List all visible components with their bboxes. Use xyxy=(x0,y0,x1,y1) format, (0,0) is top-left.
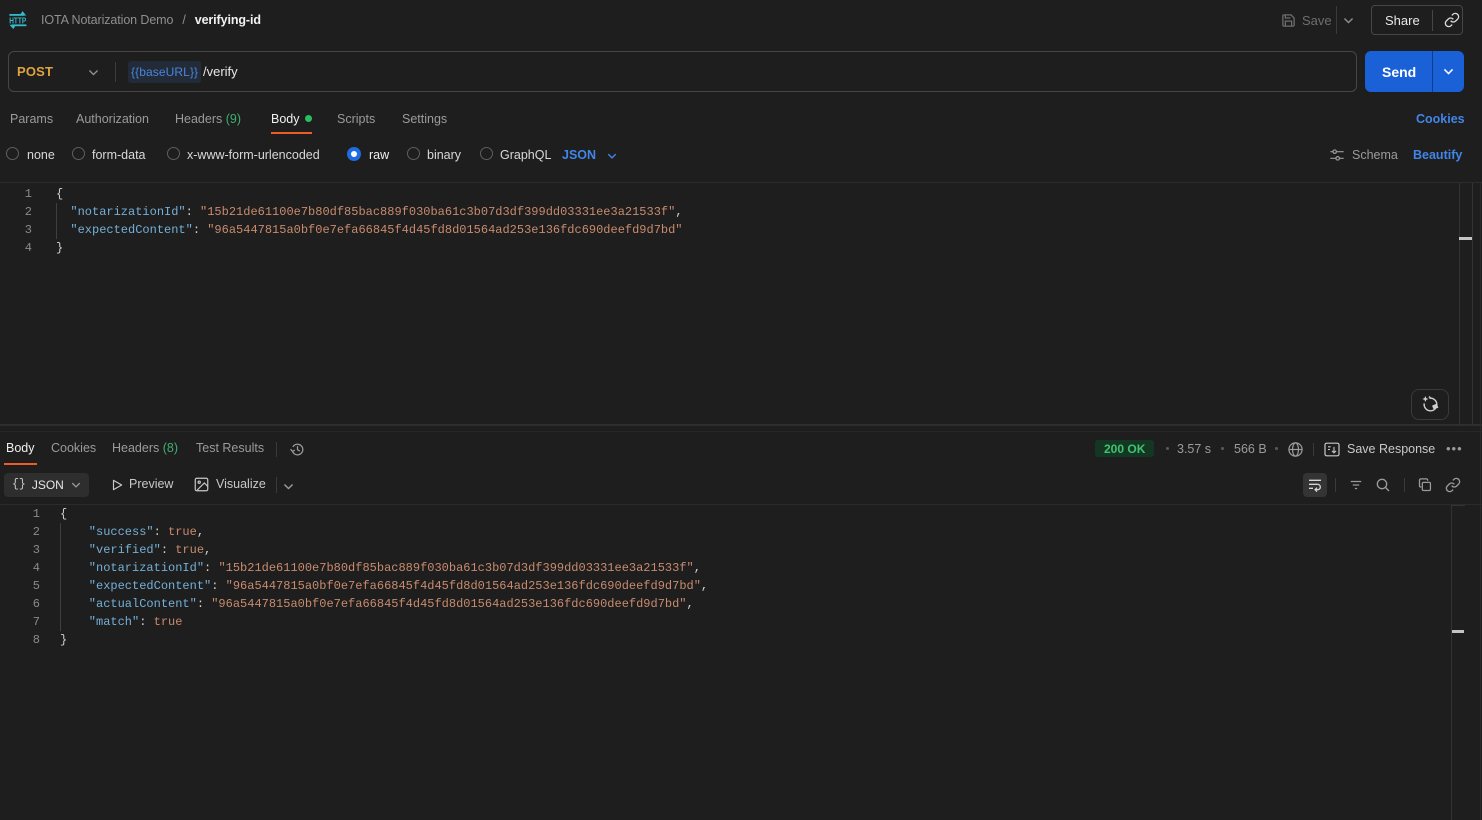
svg-text:HTTP: HTTP xyxy=(9,17,27,26)
